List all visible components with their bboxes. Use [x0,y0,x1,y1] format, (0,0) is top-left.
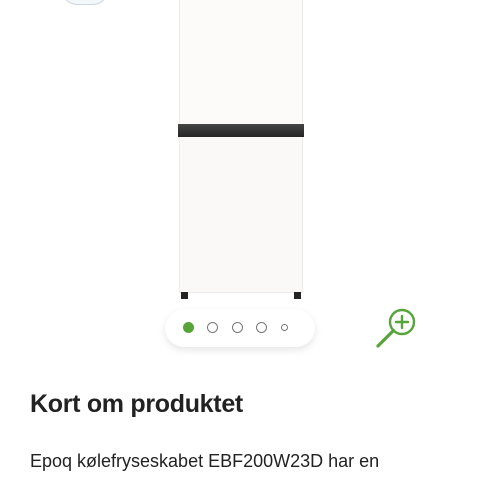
carousel-dot-4[interactable] [256,322,267,333]
carousel-dot-3[interactable] [232,322,243,333]
fridge-foot-left [181,292,188,299]
fridge-bottom-door [179,137,303,293]
fridge-foot-right [294,292,301,299]
carousel-dot-5[interactable] [281,324,288,331]
fridge-product-image[interactable] [178,0,304,300]
section-title: Kort om produktet [30,390,243,418]
product-description: Epoq kølefryseskabet EBF200W23D har en [30,451,380,471]
carousel-dot-1[interactable] [183,322,194,333]
carousel-dot-2[interactable] [207,322,218,333]
fridge-divider-strip [178,124,304,137]
zoom-in-icon [376,308,416,348]
product-page: Kort om produktet Epoq kølefryseskabet E… [0,0,480,480]
fridge-top-door [179,0,303,124]
carousel-pagination [165,309,315,347]
product-image-gallery[interactable] [0,0,480,360]
zoom-in-button[interactable] [372,304,422,354]
